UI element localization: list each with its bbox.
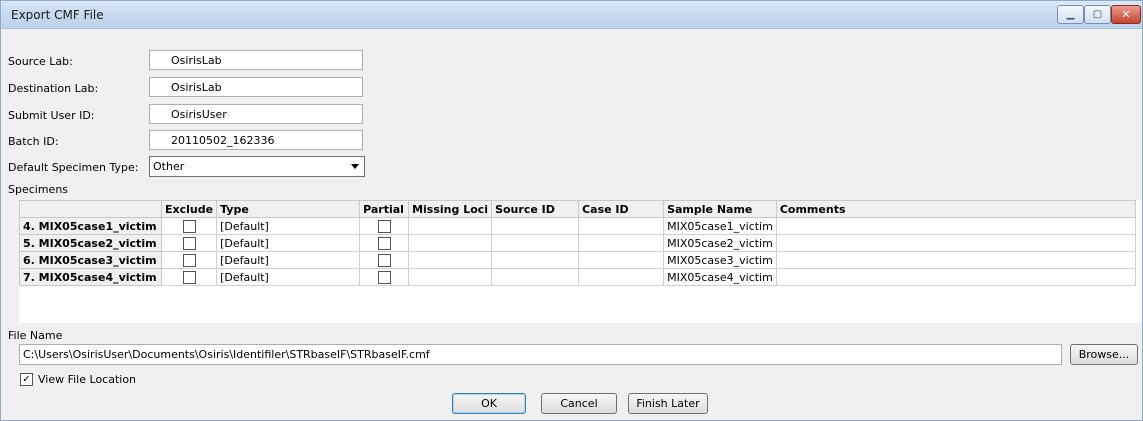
source-id-cell[interactable] (491, 217, 580, 235)
partial-checkbox[interactable] (377, 236, 391, 250)
missing-loci-cell[interactable] (408, 217, 493, 235)
exclude-checkbox[interactable] (182, 219, 196, 233)
maximize-button[interactable]: ▢ (1084, 5, 1111, 24)
close-button[interactable]: ✕ (1111, 5, 1141, 24)
view-file-location-label[interactable]: View File Location (38, 373, 136, 386)
comments-cell[interactable] (775, 268, 1136, 286)
specimens-grid: Exclude Type Partial Missing Loci Source… (19, 200, 1136, 286)
source-id-cell[interactable] (491, 251, 580, 269)
source-lab-label: Source Lab: (8, 55, 73, 68)
comments-cell[interactable] (775, 234, 1136, 252)
case-id-cell[interactable] (578, 268, 665, 286)
maximize-icon: ▢ (1092, 9, 1103, 20)
default-specimen-type-value: Other (153, 160, 185, 173)
minimize-button[interactable]: ▁ (1057, 5, 1084, 24)
row-header[interactable]: 6. MIX05case3_victim (19, 251, 162, 269)
partial-checkbox[interactable] (377, 253, 391, 267)
row-header[interactable]: 7. MIX05case4_victim (19, 268, 162, 286)
sample-name-cell[interactable]: MIX05case4_victim (663, 268, 777, 286)
exclude-checkbox-cell[interactable] (160, 217, 218, 235)
source-id-cell[interactable] (491, 268, 580, 286)
finish-later-button[interactable]: Finish Later (628, 393, 708, 414)
type-cell[interactable]: [Default] (216, 234, 361, 252)
default-specimen-type-label: Default Specimen Type: (8, 161, 139, 174)
table-row: 6. MIX05case3_victim [Default] MIX05case… (19, 251, 1136, 269)
partial-checkbox-cell[interactable] (359, 217, 410, 235)
view-file-location-checkbox[interactable]: ✓ (20, 373, 33, 386)
row-header[interactable]: 4. MIX05case1_victim (19, 217, 162, 235)
exclude-checkbox[interactable] (182, 236, 196, 250)
column-header-missing-loci[interactable]: Missing Loci (408, 200, 493, 218)
file-name-label: File Name (8, 329, 63, 342)
case-id-cell[interactable] (578, 251, 665, 269)
file-path-input[interactable]: C:\Users\OsirisUser\Documents\Osiris\Ide… (19, 344, 1062, 365)
title-bar[interactable]: Export CMF File ▁ ▢ ✕ (1, 1, 1142, 29)
batch-id-input[interactable]: 20110502_162336 (149, 130, 363, 150)
partial-checkbox-cell[interactable] (359, 251, 410, 269)
missing-loci-cell[interactable] (408, 234, 493, 252)
column-header-case-id[interactable]: Case ID (578, 200, 665, 218)
window-title: Export CMF File (11, 8, 104, 22)
ok-button[interactable]: OK (452, 393, 526, 414)
column-header-type[interactable]: Type (216, 200, 361, 218)
grid-header-row: Exclude Type Partial Missing Loci Source… (19, 200, 1136, 218)
exclude-checkbox-cell[interactable] (160, 234, 218, 252)
comments-cell[interactable] (775, 217, 1136, 235)
checkmark-icon: ✓ (22, 374, 31, 385)
missing-loci-cell[interactable] (408, 268, 493, 286)
exclude-checkbox[interactable] (182, 270, 196, 284)
sample-name-cell[interactable]: MIX05case1_victim (663, 217, 777, 235)
dropdown-arrow-icon[interactable] (351, 164, 359, 169)
specimens-label: Specimens (8, 183, 69, 196)
exclude-checkbox[interactable] (182, 253, 196, 267)
corner-header-cell (19, 200, 162, 218)
batch-id-label: Batch ID: (8, 135, 59, 148)
submit-user-id-input[interactable]: OsirisUser (149, 104, 363, 124)
column-header-comments[interactable]: Comments (775, 200, 1136, 218)
partial-checkbox[interactable] (377, 219, 391, 233)
comments-cell[interactable] (775, 251, 1136, 269)
type-cell[interactable]: [Default] (216, 217, 361, 235)
partial-checkbox[interactable] (377, 270, 391, 284)
partial-checkbox-cell[interactable] (359, 234, 410, 252)
partial-checkbox-cell[interactable] (359, 268, 410, 286)
cancel-button[interactable]: Cancel (541, 393, 617, 414)
browse-button[interactable]: Browse... (1070, 344, 1138, 365)
column-header-partial[interactable]: Partial (359, 200, 410, 218)
exclude-checkbox-cell[interactable] (160, 268, 218, 286)
minimize-icon: ▁ (1066, 9, 1075, 20)
submit-user-id-label: Submit User ID: (8, 109, 95, 122)
missing-loci-cell[interactable] (408, 251, 493, 269)
exclude-checkbox-cell[interactable] (160, 251, 218, 269)
column-header-exclude[interactable]: Exclude (160, 200, 218, 218)
sample-name-cell[interactable]: MIX05case3_victim (663, 251, 777, 269)
column-header-sample-name[interactable]: Sample Name (663, 200, 777, 218)
default-specimen-type-select[interactable]: Other (149, 156, 365, 177)
case-id-cell[interactable] (578, 217, 665, 235)
row-header[interactable]: 5. MIX05case2_victim (19, 234, 162, 252)
export-cmf-dialog: Export CMF File ▁ ▢ ✕ Source Lab: Osiris… (0, 0, 1143, 421)
close-icon: ✕ (1121, 8, 1131, 21)
destination-lab-label: Destination Lab: (8, 82, 99, 95)
table-row: 4. MIX05case1_victim [Default] MIX05case… (19, 217, 1136, 235)
source-lab-input[interactable]: OsirisLab (149, 50, 363, 70)
table-row: 5. MIX05case2_victim [Default] MIX05case… (19, 234, 1136, 252)
table-row: 7. MIX05case4_victim [Default] MIX05case… (19, 268, 1136, 286)
destination-lab-input[interactable]: OsirisLab (149, 77, 363, 97)
sample-name-cell[interactable]: MIX05case2_victim (663, 234, 777, 252)
type-cell[interactable]: [Default] (216, 268, 361, 286)
type-cell[interactable]: [Default] (216, 251, 361, 269)
case-id-cell[interactable] (578, 234, 665, 252)
source-id-cell[interactable] (491, 234, 580, 252)
column-header-source-id[interactable]: Source ID (491, 200, 580, 218)
